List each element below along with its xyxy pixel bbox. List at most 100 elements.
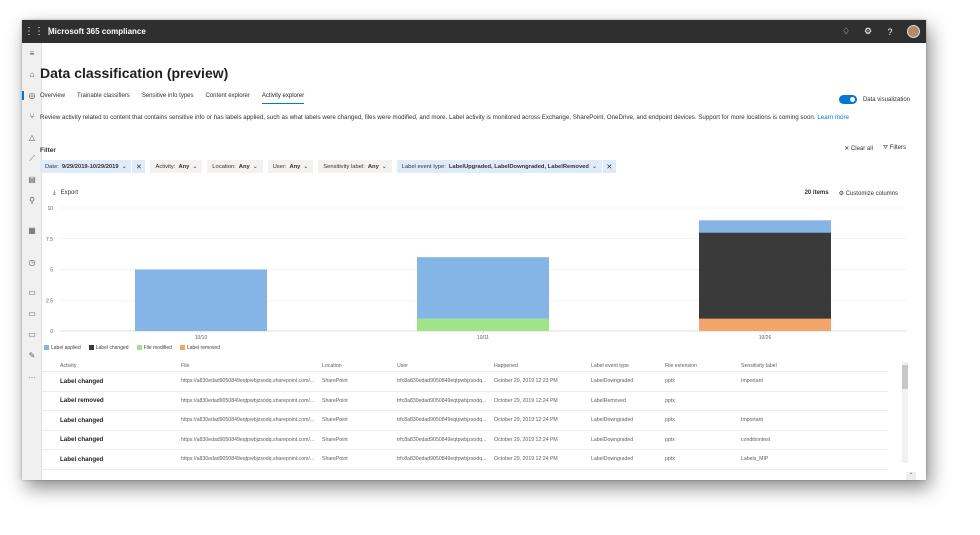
edit-icon[interactable]: ✎ [22, 351, 42, 360]
file-extension-cell: pptx [665, 456, 675, 463]
col-header-file[interactable]: File [181, 363, 322, 369]
x-tick-label: 10/11 [477, 335, 489, 341]
chat2-icon[interactable]: ▭ [22, 309, 42, 318]
learn-more-link[interactable]: Learn more [817, 114, 849, 121]
col-header-label-event-type[interactable]: Label event type [591, 363, 665, 369]
chevron-down-icon: ⌄ [303, 163, 309, 170]
chip-value: Any [367, 163, 379, 170]
reports-icon[interactable]: ⟋ [22, 154, 42, 164]
y-tick-label: 5 [50, 268, 53, 274]
activity-chart: 0 2.5 5 7.5 10 10/10 10/11 10/26 [46, 206, 906, 341]
activity-cell: Label changed [60, 416, 104, 424]
chip-date-remove-icon[interactable]: ✕ [132, 160, 146, 173]
activity-cell: Label removed [60, 397, 104, 405]
chat-icon[interactable]: ▭ [22, 288, 42, 297]
bar-segment [417, 257, 549, 319]
col-header-sensitivity-label[interactable]: Sensitivity label [741, 363, 841, 369]
col-header-file-extension[interactable]: File extension [665, 363, 741, 369]
policy-icon[interactable]: ⑂ [22, 112, 42, 121]
user-cell: trfc8a830edad9050849eqtpwbjzsodq... [397, 397, 487, 404]
legend-item[interactable]: File modified [136, 345, 172, 351]
search-icon[interactable]: ⚲ [22, 196, 42, 205]
bar-segment [699, 232, 831, 319]
col-header-activity[interactable]: Activity [40, 363, 181, 369]
clock-icon[interactable]: ◷ [22, 258, 42, 267]
chip-date[interactable]: Date: 9/29/2019-10/29/2019 ⌄ [40, 160, 132, 173]
label-event-type-cell: LabelDowngraded [591, 378, 634, 385]
app-title[interactable]: Microsoft 365 compliance [48, 27, 146, 36]
chip-value: Any [178, 163, 190, 170]
chart-legend: Label applied Label changed File modified L… [44, 345, 220, 351]
table-row[interactable]: Label changed https://a830edad9050849eqtp… [40, 411, 888, 431]
user-cell: trfc8a830edad9050849eqtpwbjzsodq... [397, 456, 487, 463]
collapse-icon[interactable]: ⌃ [906, 472, 916, 480]
tab-overview[interactable]: Overview [40, 93, 65, 104]
customize-columns-label: Customize columns [845, 191, 898, 197]
chip-name: Sensitivity label: [323, 163, 365, 170]
settings-icon: ⚙ [838, 191, 846, 197]
table-row[interactable]: Label changed https://a830edad9050849eqtp… [40, 372, 888, 392]
col-header-user[interactable]: User [397, 363, 494, 369]
col-header-happened[interactable]: Happened [494, 363, 591, 369]
label-event-type-cell: LabelDowngraded [591, 456, 634, 463]
chip-name: Date: [45, 163, 59, 170]
bell-icon[interactable]: ♢ [841, 26, 851, 37]
scrollbar-thumb[interactable] [902, 365, 908, 389]
export-button[interactable]: ⤓ Export [53, 190, 78, 197]
happened-cell: October 29, 2019 12:24 PM [494, 397, 558, 404]
tab-activity-explorer[interactable]: Activity explorer [261, 93, 305, 104]
help-icon[interactable]: ? [885, 27, 895, 37]
chip-value: 9/29/2019-10/29/2019 [61, 163, 119, 170]
app-window: ⋮⋮⋮ Microsoft 365 compliance ♢ ⚙ ? ≡ ⌂ ◎… [22, 20, 926, 480]
waffle-icon[interactable]: ⋮⋮⋮ [24, 26, 54, 37]
col-header-location[interactable]: Location [322, 363, 397, 369]
table-row[interactable]: Label changed https://a830edad9050849eqtp… [40, 431, 888, 450]
file-extension-cell: pptx [665, 417, 675, 424]
table-scrollbar[interactable] [902, 362, 908, 463]
customize-columns-button[interactable]: ⚙ Customize columns [839, 190, 898, 197]
home-icon[interactable]: ⌂ [22, 70, 42, 79]
export-label: Export [60, 190, 78, 196]
item-count: 20 items [804, 190, 829, 196]
table-body: Label changed https://a830edad9050849eqtp… [40, 372, 888, 470]
download-icon: ⤓ [53, 190, 56, 196]
table-row[interactable]: Label changed https://a830edad9050849eqtp… [40, 450, 888, 470]
gear-icon[interactable]: ⚙ [863, 26, 873, 37]
tab-content-explorer[interactable]: Content explorer [206, 93, 250, 104]
chevron-down-icon: ⌄ [591, 163, 597, 170]
sensitivity-label-cell: conditiontest [741, 436, 771, 443]
clear-all-button[interactable]: ✕ Clear all [844, 145, 873, 152]
sensitivity-label-cell: Important [741, 417, 763, 424]
happened-cell: October 29, 2019 12:24 PM [494, 436, 558, 443]
tab-trainable-classifiers[interactable]: Trainable classifiers [77, 93, 130, 104]
legend-item[interactable]: Label removed [179, 345, 220, 351]
alert-icon[interactable]: △ [22, 133, 42, 142]
legend-item[interactable]: Label applied [44, 345, 81, 351]
filters-button[interactable]: ⛛ Filters [883, 145, 906, 152]
chip-name: Activity: [155, 163, 176, 170]
more-icon[interactable]: ··· [22, 373, 42, 382]
page-title: Data classification (preview) [40, 65, 229, 81]
chevron-down-icon: ⌄ [381, 163, 387, 170]
chip-value: LabelUpgraded, LabelDowngraded, LabelRem… [448, 163, 589, 170]
data-visualization-toggle[interactable] [838, 95, 857, 104]
classification-icon[interactable]: ◎ [22, 91, 42, 100]
chip-label-event-type[interactable]: Label event type: LabelUpgraded, LabelDow… [396, 160, 602, 173]
catalog-icon[interactable]: ▤ [22, 175, 42, 184]
legend-item[interactable]: Label changed [88, 345, 129, 351]
chip-activity[interactable]: Activity: Any ⌄ [150, 160, 203, 173]
y-tick-label: 10 [47, 206, 53, 212]
chat3-icon[interactable]: ▭ [22, 330, 42, 339]
chip-user[interactable]: User: Any ⌄ [267, 160, 314, 173]
grid-icon[interactable]: ▦ [22, 226, 42, 235]
tab-sensitive-info-types[interactable]: Sensitive info types [142, 93, 194, 104]
chip-sensitivity-label[interactable]: Sensitivity label: Any ⌄ [318, 160, 392, 173]
legend-swatch [44, 345, 49, 351]
happened-cell: October 29, 2019 12:24 PM [494, 417, 558, 424]
table-row[interactable]: Label removed https://a830edad9050849eqtp… [40, 392, 888, 411]
left-nav: ≡ ⌂ ◎ ⑂ △ ⟋ ▤ ⚲ ▦ ◷ ▭ ▭ ▭ ✎ ··· [22, 43, 42, 480]
chip-location[interactable]: Location: Any ⌄ [207, 160, 263, 173]
avatar[interactable] [907, 25, 920, 38]
chip-label-event-type-remove-icon[interactable]: ✕ [602, 160, 616, 173]
hamburger-icon[interactable]: ≡ [22, 49, 42, 58]
